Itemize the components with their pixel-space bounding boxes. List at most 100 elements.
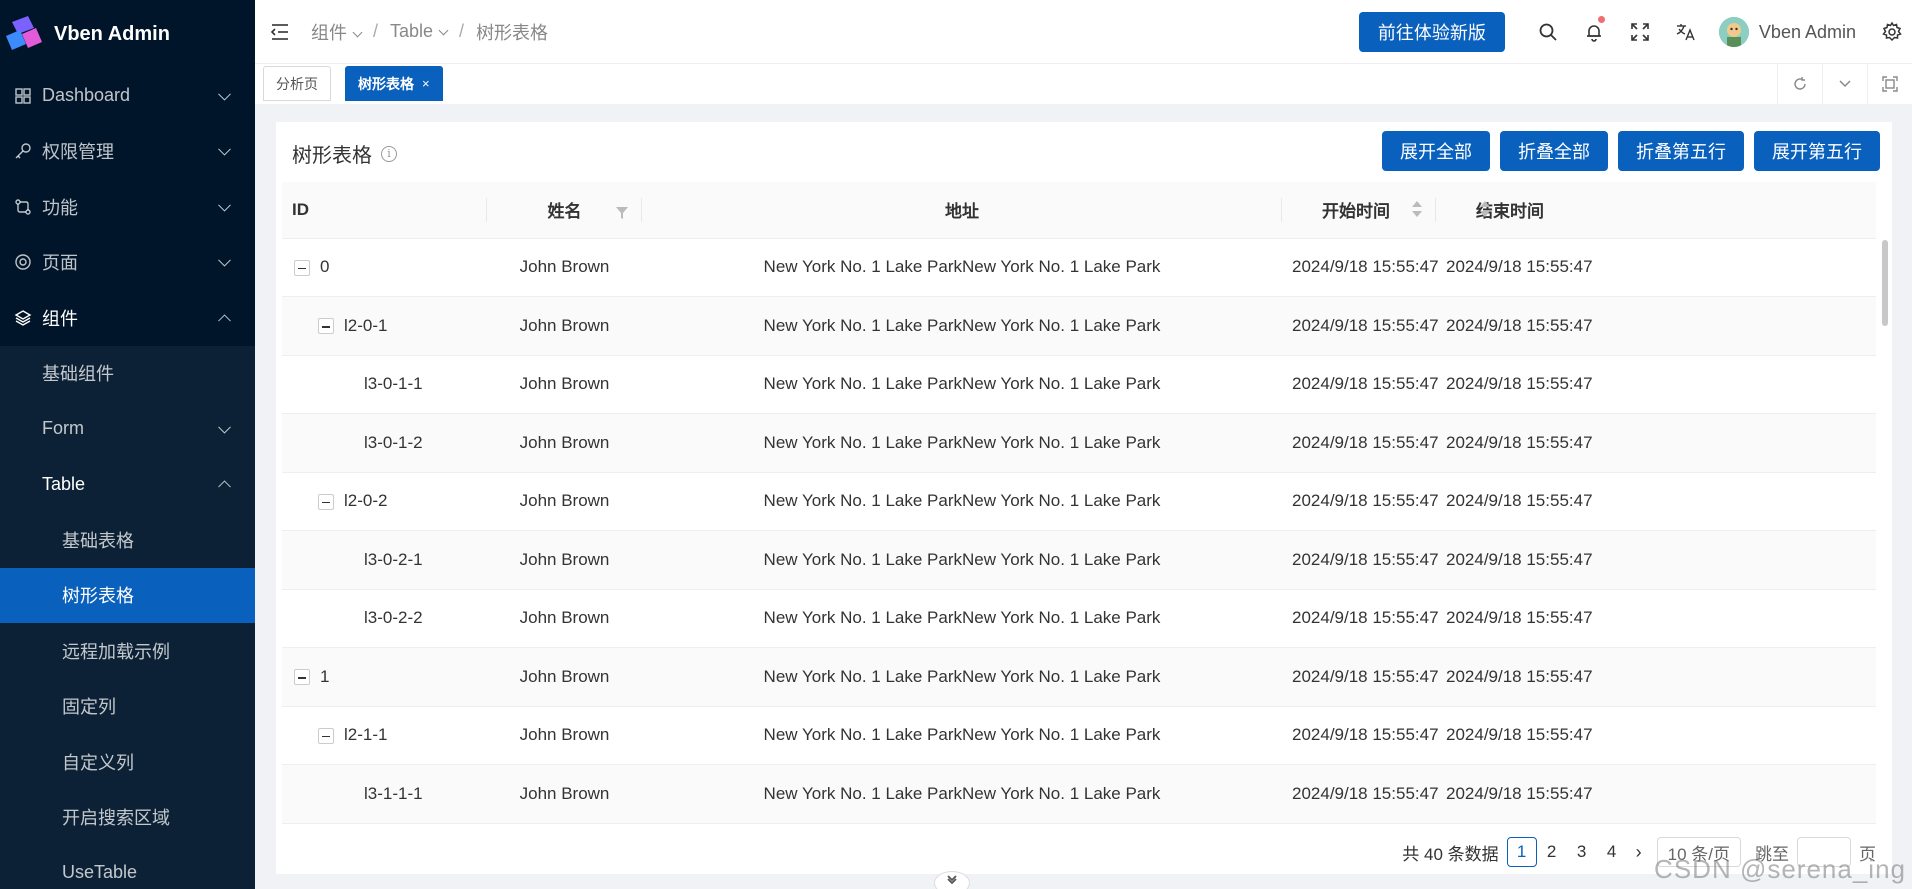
sidebar-item-permission[interactable]: 权限管理 — [0, 124, 255, 180]
table-row[interactable]: l2-0-1 John Brown New York No. 1 Lake Park… — [282, 296, 1876, 356]
table-row[interactable]: l3-1-1-1 John Brown New York No. 1 Lake Pa… — [282, 764, 1876, 824]
sidebar-item-remote-load[interactable]: 远程加载示例 — [0, 623, 255, 679]
next-page-icon[interactable]: › — [1627, 842, 1651, 863]
sort-icon[interactable] — [1412, 201, 1422, 219]
cell-id-text: l3-0-2-1 — [364, 549, 423, 569]
sidebar-item-label: 开启搜索区域 — [62, 808, 170, 829]
sidebar-item-search-area[interactable]: 开启搜索区域 — [0, 790, 255, 846]
cell-id: l3-0-2-1 — [282, 530, 487, 590]
sidebar-item-components[interactable]: 组件 — [0, 290, 255, 346]
cell-name: John Brown — [487, 413, 642, 473]
username[interactable]: Vben Admin — [1759, 22, 1856, 43]
refresh-icon[interactable] — [1777, 64, 1822, 104]
cell-id: l2-0-2 — [282, 472, 487, 531]
cell-address: New York No. 1 Lake ParkNew York No. 1 L… — [642, 706, 1282, 765]
expand-fifth-row-button[interactable]: 展开第五行 — [1754, 131, 1880, 171]
collapse-row-icon[interactable] — [318, 318, 334, 335]
try-new-version-button[interactable]: 前往体验新版 — [1358, 12, 1505, 52]
sidebar-item-tree-table[interactable]: 树形表格 — [0, 567, 255, 623]
cell-id: 1 — [282, 647, 487, 707]
sidebar-item-table[interactable]: Table — [0, 457, 255, 513]
cell-id-text: l3-1-1-1 — [364, 783, 423, 803]
collapse-row-icon[interactable] — [318, 493, 334, 510]
settings-gear-icon[interactable] — [1872, 0, 1912, 64]
breadcrumb-item-table[interactable]: Table — [390, 21, 449, 42]
chevron-up-icon — [218, 480, 231, 494]
column-label: 姓名 — [547, 202, 582, 222]
table-row[interactable]: l3-0-2-1 John Brown New York No. 1 Lake Pa… — [282, 530, 1876, 590]
sidebar-item-fixed-column[interactable]: 固定列 — [0, 679, 255, 735]
cell-address: New York No. 1 Lake ParkNew York No. 1 L… — [642, 530, 1282, 590]
table-row[interactable]: l2-0-2 John Brown New York No. 1 Lake Park… — [282, 472, 1876, 531]
tree-table: ID 姓名 地址 开始时间 结束时间 0 John Brown New York N… — [282, 182, 1876, 824]
sidebar-item-basic-components[interactable]: 基础组件 — [0, 346, 255, 402]
chevron-down-icon[interactable] — [1822, 64, 1867, 104]
collapse-fifth-row-button[interactable]: 折叠第五行 — [1618, 131, 1744, 171]
page-1[interactable]: 1 — [1506, 837, 1537, 867]
translate-icon[interactable] — [1663, 0, 1709, 64]
sidebar-item-dashboard[interactable]: Dashboard — [0, 68, 255, 124]
fullscreen-icon[interactable] — [1617, 0, 1663, 64]
menu-fold-icon[interactable] — [269, 21, 291, 43]
table-scrollbar[interactable] — [1882, 240, 1890, 800]
cell-id-text: l2-0-2 — [344, 491, 388, 511]
page-4[interactable]: 4 — [1597, 837, 1627, 867]
cell-name: John Brown — [487, 764, 642, 824]
expand-all-button[interactable]: 展开全部 — [1382, 131, 1490, 171]
sidebar-item-label: 功能 — [42, 197, 78, 218]
sidebar-item-function[interactable]: 功能 — [0, 179, 255, 235]
collapse-row-icon[interactable] — [318, 727, 334, 744]
tab-tree-table[interactable]: 树形表格 × — [345, 66, 443, 101]
sidebar-item-label: 基础组件 — [42, 364, 114, 385]
chevron-down-icon[interactable] — [934, 871, 970, 889]
tab-analysis[interactable]: 分析页 — [263, 66, 331, 101]
cell-start-time: 2024/9/18 15:55:47 — [1282, 472, 1439, 531]
page-2[interactable]: 2 — [1537, 837, 1567, 867]
fold-content-icon[interactable] — [1867, 64, 1912, 104]
cell-id: 0 — [282, 238, 487, 297]
info-icon[interactable]: i — [381, 145, 397, 162]
sidebar-item-label: 自定义列 — [62, 752, 134, 773]
cell-address: New York No. 1 Lake ParkNew York No. 1 L… — [642, 296, 1282, 356]
cell-end-time: 2024/9/18 15:55:47 — [1436, 472, 1876, 531]
table-header-row: ID 姓名 地址 开始时间 结束时间 — [282, 182, 1876, 239]
scrollbar-thumb[interactable] — [1882, 240, 1888, 326]
table-row[interactable]: 1 John Brown New York No. 1 Lake ParkNew Y… — [282, 647, 1876, 707]
sort-icon[interactable] — [1480, 201, 1490, 219]
cell-id-text: l3-0-2-2 — [364, 608, 423, 628]
avatar[interactable] — [1718, 17, 1749, 47]
cell-end-time: 2024/9/18 15:55:47 — [1436, 706, 1876, 765]
sidebar-item-usetable[interactable]: UseTable — [0, 845, 255, 889]
cell-id: l3-0-1-1 — [282, 355, 487, 414]
sidebar-item-page[interactable]: 页面 — [0, 235, 255, 291]
table-row[interactable]: l3-0-1-2 John Brown New York No. 1 Lake Pa… — [282, 413, 1876, 473]
filter-icon[interactable] — [616, 204, 628, 224]
tab-label: 树形表格 — [358, 75, 414, 92]
table-row[interactable]: l2-1-1 John Brown New York No. 1 Lake Park… — [282, 706, 1876, 765]
column-label: ID — [292, 199, 309, 219]
column-header-start-time[interactable]: 开始时间 — [1282, 182, 1436, 239]
sidebar-item-basic-table[interactable]: 基础表格 — [0, 512, 255, 568]
table-row[interactable]: l3-0-1-1 John Brown New York No. 1 Lake Pa… — [282, 355, 1876, 414]
collapse-all-button[interactable]: 折叠全部 — [1500, 131, 1608, 171]
table-row[interactable]: l3-0-2-2 John Brown New York No. 1 Lake Pa… — [282, 589, 1876, 648]
collapse-row-icon[interactable] — [294, 259, 310, 276]
breadcrumb-item-current: 树形表格 — [476, 22, 549, 43]
cell-start-time: 2024/9/18 15:55:47 — [1282, 530, 1439, 590]
cell-end-time: 2024/9/18 15:55:47 — [1436, 647, 1876, 707]
sidebar-item-custom-column[interactable]: 自定义列 — [0, 734, 255, 790]
breadcrumb-separator: / — [459, 21, 465, 41]
sidebar-item-form[interactable]: Form — [0, 401, 255, 457]
page-3[interactable]: 3 — [1567, 837, 1597, 867]
collapse-row-icon[interactable] — [294, 669, 310, 686]
breadcrumb-item-components[interactable]: 组件 — [311, 19, 363, 45]
column-header-end-time[interactable]: 结束时间 — [1436, 182, 1876, 239]
close-icon[interactable]: × — [422, 76, 430, 91]
bell-icon[interactable] — [1571, 0, 1617, 64]
breadcrumb-label: Table — [390, 21, 434, 41]
cell-address: New York No. 1 Lake ParkNew York No. 1 L… — [642, 413, 1282, 473]
cell-name: John Brown — [487, 530, 642, 590]
logo[interactable]: Vben Admin — [0, 0, 255, 68]
search-icon[interactable] — [1525, 0, 1571, 64]
table-row[interactable]: 0 John Brown New York No. 1 Lake ParkNew Y… — [282, 238, 1876, 297]
